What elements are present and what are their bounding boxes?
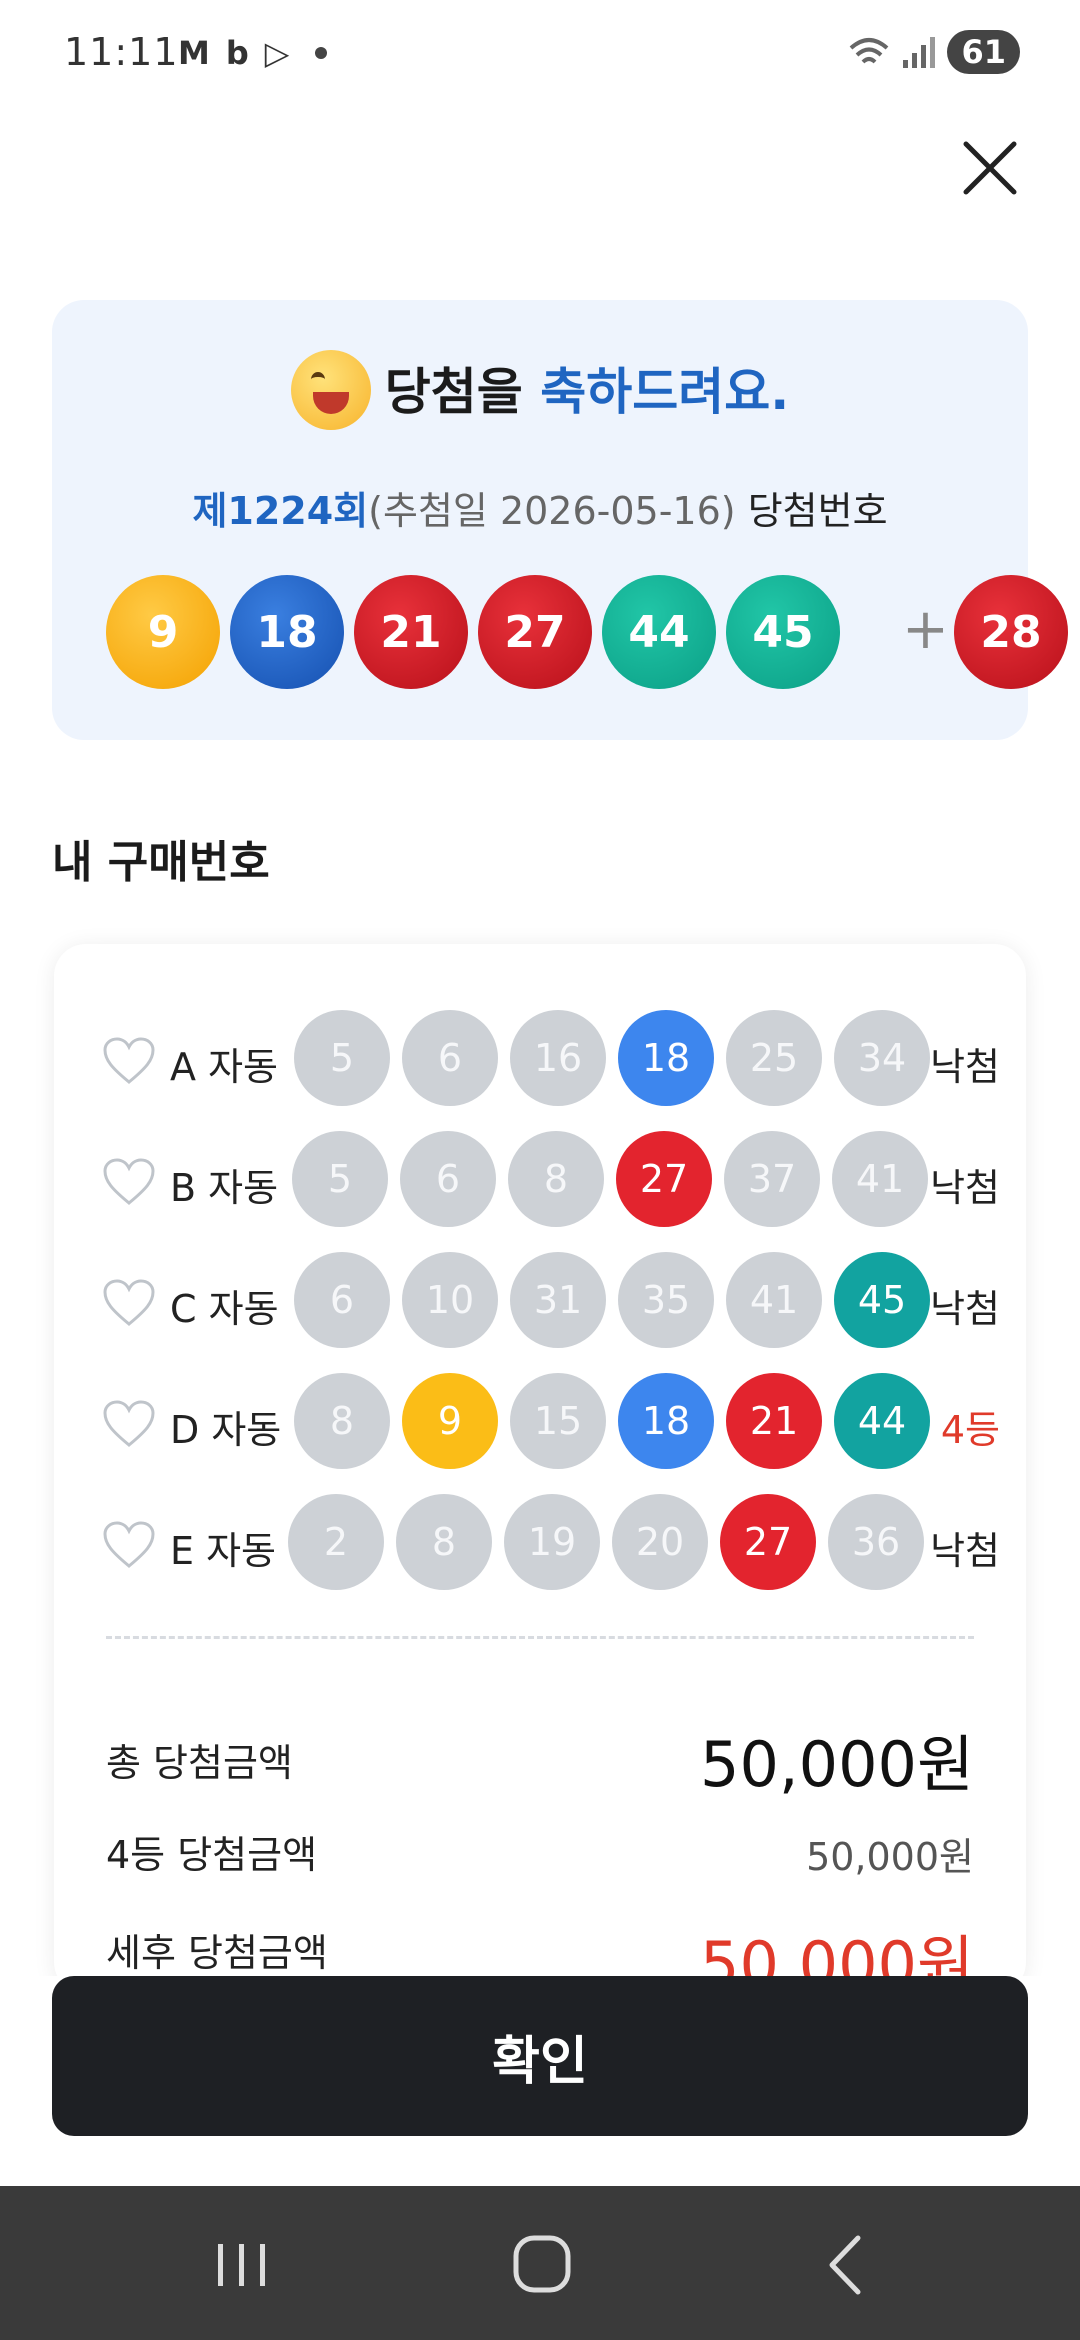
signal-icon [903,37,936,68]
heart-icon[interactable] [102,1036,156,1086]
ticket-ball: 6 [402,1010,498,1106]
m-icon: M [178,34,210,72]
ticket-ball: 19 [504,1494,600,1590]
ticket-ball: 41 [832,1131,928,1227]
total-prize-value: 50,000원 [700,1728,974,1801]
ticket-ball: 20 [612,1494,708,1590]
ticket-ball: 37 [724,1131,820,1227]
rank-prize-label: 4등 당첨금액 [106,1833,318,1877]
winning-ball: 21 [354,575,468,689]
ticket-ball: 21 [726,1373,822,1469]
ticket-label: E 자동 [170,1529,277,1573]
notification-dot-icon [315,47,328,59]
ticket-ball: 2 [288,1494,384,1590]
ticket-result: 낙첨 [930,1287,1000,1331]
confirm-button[interactable]: 확인 [52,1976,1028,2136]
ticket-label: B 자동 [170,1166,279,1210]
draw-date: (추첨일 2026-05-16) [368,489,736,533]
round-number: 제1224회 [192,489,369,533]
winning-ball: 9 [106,575,220,689]
ticket-ball: 36 [828,1494,924,1590]
ticket-result: 낙첨 [930,1529,1000,1573]
ticket-ball: 44 [834,1373,930,1469]
winning-ball: 27 [478,575,592,689]
winning-numbers-card: 당첨을 축하드려요. 제1224회(추첨일 2026-05-16) 당첨번호 9… [52,300,1068,740]
ticket-ball: 31 [510,1252,606,1348]
total-prize-label: 총 당첨금액 [106,1741,293,1785]
title-prefix: 당첨을 [384,363,541,421]
laughing-face-icon [290,349,371,430]
divider [106,1636,974,1639]
title-accent: 축하드려요. [540,363,790,421]
status-app-icons: M b ▷ [178,34,328,72]
ticket-ball: 5 [294,1010,390,1106]
ticket-ball: 16 [510,1010,606,1106]
ticket-ball: 27 [616,1131,712,1227]
ticket-ball: 27 [720,1494,816,1590]
section-title: 내 구매번호 [52,837,270,888]
ticket-row: C 자동 6 10 31 35 41 45 낙첨 [54,1250,1026,1350]
after-tax-label: 세후 당첨금액 [106,1931,328,1975]
ticket-ball: 25 [726,1010,822,1106]
ticket-ball: 8 [508,1131,604,1227]
round-info: 제1224회(추첨일 2026-05-16) 당첨번호 [52,480,1028,535]
ticket-label: A 자동 [170,1045,278,1089]
wifi-icon [850,38,889,64]
ticket-ball: 5 [292,1131,388,1227]
navigation-bar [0,2186,1080,2340]
ticket-row: E 자동 2 8 19 20 27 36 낙첨 [54,1492,1026,1592]
home-icon[interactable] [502,2230,582,2300]
ticket-ball: 34 [834,1010,930,1106]
b-icon: b [225,34,249,72]
heart-icon[interactable] [102,1278,156,1328]
status-bar: 11:11 M b ▷ 61 [0,0,1080,110]
ticket-label: D 자동 [170,1408,282,1452]
plus-icon: + [902,597,949,662]
play-icon: ▷ [264,34,290,72]
heart-icon[interactable] [102,1157,156,1207]
ticket-result: 낙첨 [930,1166,1000,1210]
winning-ball: 18 [230,575,344,689]
ticket-result: 4등 [940,1408,1000,1452]
ticket-ball: 10 [402,1252,498,1348]
ticket-row: D 자동 8 9 15 18 21 44 4등 [54,1371,1026,1471]
ticket-ball: 15 [510,1373,606,1469]
winning-numbers-label: 당첨번호 [735,489,888,533]
ticket-ball: 6 [400,1131,496,1227]
ticket-ball: 45 [834,1252,930,1348]
ticket-label: C 자동 [170,1287,279,1331]
total-prize-row: 총 당첨금액 50,000원 [106,1714,974,1801]
winning-ball: 44 [602,575,716,689]
status-time: 11:11 [64,30,179,74]
heart-icon[interactable] [102,1520,156,1570]
ticket-ball: 8 [396,1494,492,1590]
ticket-ball: 41 [726,1252,822,1348]
heart-icon[interactable] [102,1399,156,1449]
ticket-row: A 자동 5 6 16 18 25 34 낙첨 [54,1008,1026,1108]
rank-prize-value: 50,000원 [806,1835,974,1879]
ticket-result: 낙첨 [930,1045,1000,1089]
my-tickets-card: A 자동 5 6 16 18 25 34 낙첨 B 자동 5 6 8 27 37… [54,944,1026,1994]
close-icon[interactable] [952,130,1028,206]
winning-ball: 45 [726,575,840,689]
bonus-ball: 28 [954,575,1068,689]
battery-icon: 61 [947,30,1020,74]
rank-prize-row: 4등 당첨금액 50,000원 [106,1824,974,1884]
back-icon[interactable] [806,2230,886,2300]
winning-balls: 9 18 21 27 44 45 + 28 [106,575,1068,691]
ticket-ball: 18 [618,1373,714,1469]
ticket-row: B 자동 5 6 8 27 37 41 낙첨 [54,1129,1026,1229]
ticket-ball: 6 [294,1252,390,1348]
ticket-ball: 9 [402,1373,498,1469]
status-right: 61 [847,30,1020,74]
ticket-ball: 8 [294,1373,390,1469]
ticket-ball: 35 [618,1252,714,1348]
ticket-ball: 18 [618,1010,714,1106]
congrats-title: 당첨을 축하드려요. [52,349,1028,436]
recent-apps-icon[interactable] [202,2230,282,2300]
